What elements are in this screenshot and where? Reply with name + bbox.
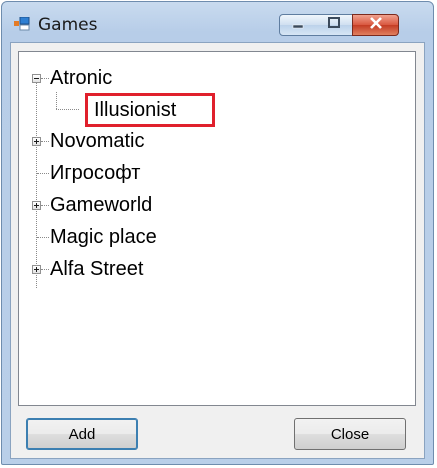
tree-node-gameworld[interactable]: Gameworld <box>50 190 152 220</box>
expand-toggle-novomatic[interactable] <box>32 137 41 146</box>
maximize-button[interactable] <box>316 14 353 36</box>
node-label-edit-box[interactable] <box>85 93 215 127</box>
tree-node-label: Novomatic <box>50 129 145 152</box>
minimize-button[interactable] <box>279 14 317 36</box>
node-label-input[interactable] <box>94 98 212 122</box>
title-bar[interactable]: Games <box>2 2 433 42</box>
maximize-icon <box>327 16 341 34</box>
minimize-icon <box>291 16 305 34</box>
tree-line <box>41 269 49 270</box>
tree-node-novomatic[interactable]: Novomatic <box>50 126 144 156</box>
tree-node-label: Игрософт <box>50 161 141 184</box>
tree-node-label: Atronic <box>50 66 113 89</box>
tree-line <box>36 78 37 288</box>
tree-node-magic-place[interactable]: Magic place <box>50 222 157 252</box>
expand-toggle-alfa-street[interactable] <box>32 265 41 274</box>
games-tree-view[interactable]: Atronic Novomatic Игрософт <box>18 51 416 406</box>
tree-node-igrosoft[interactable]: Игрософт <box>50 158 140 188</box>
window-title: Games <box>38 15 98 35</box>
expand-toggle-gameworld[interactable] <box>32 201 41 210</box>
tree-line <box>41 78 49 79</box>
tree-node-label: Alfa Street <box>50 257 144 280</box>
form-client-area: Atronic Novomatic Игрософт <box>10 42 425 459</box>
form-icon <box>14 16 30 31</box>
tree-line <box>56 92 57 109</box>
tree-line <box>37 237 49 238</box>
close-button[interactable]: Close <box>294 418 406 450</box>
tree-node-label: Gameworld <box>50 193 153 216</box>
close-window-button[interactable] <box>352 14 399 36</box>
add-button[interactable]: Add <box>26 418 138 450</box>
games-window: Games Atronic Illusionist Novomatic Игро… <box>1 1 434 465</box>
tree-line <box>41 205 49 206</box>
tree-node-alfa-street[interactable]: Alfa Street <box>50 254 143 284</box>
tree-node-label: Magic place <box>50 225 157 248</box>
tree-line <box>41 141 49 142</box>
close-icon <box>369 16 383 34</box>
collapse-toggle-atronic[interactable] <box>32 74 41 83</box>
tree-node-atronic[interactable]: Atronic <box>50 63 112 93</box>
tree-line <box>37 173 49 174</box>
tree-line <box>56 109 79 110</box>
